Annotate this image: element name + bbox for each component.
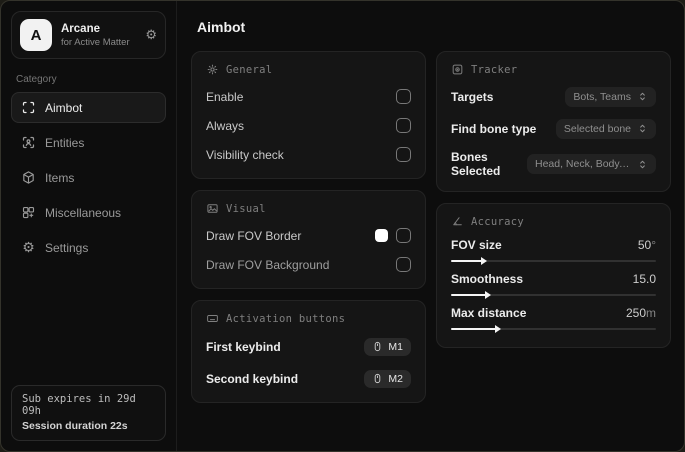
slider-value: 250m	[625, 306, 656, 320]
find-bone-type-dropdown[interactable]: Selected bone	[555, 118, 656, 139]
sidebar-item-entities[interactable]: Entities	[11, 127, 166, 158]
brand-logo: A	[20, 19, 52, 51]
scan-icon	[21, 100, 36, 115]
grid-icon	[21, 205, 36, 220]
sidebar-item-miscellaneous[interactable]: Miscellaneous	[11, 197, 166, 228]
bones-selected-dropdown[interactable]: Head, Neck, Body, Pe…	[527, 154, 656, 174]
sidebar: A Arcane for Active Matter ⚙ Category Ai…	[1, 1, 177, 451]
sidebar-item-aimbot[interactable]: Aimbot	[11, 92, 166, 123]
slider-thumb[interactable]	[495, 325, 502, 333]
session-duration-text: Session duration 22s	[22, 420, 128, 432]
enable-checkbox[interactable]	[396, 89, 411, 104]
target-icon	[452, 64, 463, 75]
sidebar-item-items[interactable]: Items	[11, 162, 166, 193]
slider-fov-size: FOV size 50°	[451, 238, 656, 265]
max-distance-slider[interactable]	[451, 325, 656, 333]
unfold-icon	[640, 92, 645, 101]
image-icon	[207, 204, 218, 213]
setting-label: Visibility check	[206, 147, 284, 162]
subscription-card: Sub expires in 29d 09h Session duration …	[11, 385, 166, 441]
slider-smoothness: Smoothness 15.0	[451, 272, 656, 299]
setting-label: Second keybind	[206, 371, 299, 386]
targets-dropdown[interactable]: Bots, Teams	[565, 86, 656, 107]
slider-value: 50°	[637, 238, 656, 252]
cube-icon	[21, 170, 36, 185]
brand-initial: A	[30, 26, 42, 44]
accuracy-card-header: Accuracy	[451, 215, 656, 228]
sidebar-item-label: Entities	[45, 135, 85, 150]
setting-label: Enable	[206, 89, 244, 104]
setting-row-enable: Enable	[206, 86, 411, 107]
main-content: Aimbot General Enable Always Visibility …	[178, 1, 684, 451]
app-window: A Arcane for Active Matter ⚙ Category Ai…	[0, 0, 685, 452]
brand-text: Arcane for Active Matter	[61, 23, 136, 48]
sidebar-item-label: Miscellaneous	[45, 205, 122, 220]
always-checkbox[interactable]	[396, 118, 411, 133]
smoothness-slider[interactable]	[451, 291, 656, 299]
brand-subtitle: for Active Matter	[61, 36, 130, 48]
setting-label: Always	[206, 118, 245, 133]
setting-row-find-bone-type: Find bone type Selected bone	[451, 118, 656, 139]
first-keybind-button[interactable]: M1	[364, 337, 411, 356]
setting-label: Draw FOV Border	[206, 228, 302, 243]
slider-label: Smoothness	[451, 272, 524, 286]
sub-expiry-text: Sub expires in 29d 09h	[22, 393, 136, 417]
setting-label: Find bone type	[451, 121, 537, 136]
right-column: Tracker Targets Bots, Teams Find bone ty…	[436, 51, 671, 414]
sidebar-item-label: Settings	[45, 240, 89, 255]
general-card: General Enable Always Visibility check	[191, 51, 426, 179]
setting-row-targets: Targets Bots, Teams	[451, 86, 656, 107]
category-label: Category	[16, 74, 57, 85]
mouse-icon	[375, 373, 381, 384]
page-title: Aimbot	[197, 19, 246, 35]
brand-card: A Arcane for Active Matter ⚙	[11, 11, 166, 59]
second-keybind-button[interactable]: M2	[364, 369, 411, 388]
setting-label: Draw FOV Background	[206, 257, 330, 272]
setting-row-draw-fov-background: Draw FOV Background	[206, 254, 411, 275]
tracker-card-header: Tracker	[451, 63, 656, 76]
unfold-icon	[640, 124, 645, 133]
slider-label: FOV size	[451, 238, 502, 252]
activation-card-header: Activation buttons	[206, 312, 411, 325]
general-card-header: General	[206, 63, 411, 76]
visual-card-header: Visual	[206, 202, 411, 215]
setting-label: First keybind	[206, 339, 281, 354]
setting-label: Targets	[451, 89, 494, 104]
setting-row-visibility-check: Visibility check	[206, 144, 411, 165]
accuracy-card: Accuracy FOV size 50° Smoothness 15.0 Ma…	[436, 203, 671, 348]
slider-thumb[interactable]	[484, 291, 491, 299]
slider-thumb[interactable]	[480, 257, 487, 265]
unfold-icon	[640, 160, 645, 168]
setting-row-bones-selected: Bones Selected Head, Neck, Body, Pe…	[451, 150, 656, 178]
sun-icon	[207, 64, 218, 75]
setting-label: Bones Selected	[451, 150, 501, 178]
setting-row-draw-fov-border: Draw FOV Border	[206, 225, 411, 246]
fov-border-color-swatch[interactable]	[375, 229, 388, 242]
draw-fov-border-checkbox[interactable]	[396, 228, 411, 243]
setting-row-second-keybind: Second keybind M2	[206, 368, 411, 389]
sidebar-item-settings[interactable]: ⚙ Settings	[11, 232, 166, 263]
tracker-card: Tracker Targets Bots, Teams Find bone ty…	[436, 51, 671, 192]
angle-icon	[453, 217, 462, 226]
keyboard-icon	[207, 315, 218, 322]
visibility-check-checkbox[interactable]	[396, 147, 411, 162]
slider-label: Max distance	[451, 306, 527, 320]
visual-card: Visual Draw FOV Border Draw FOV Backgrou…	[191, 190, 426, 289]
sidebar-item-label: Items	[45, 170, 75, 185]
slider-max-distance: Max distance 250m	[451, 306, 656, 333]
mouse-icon	[375, 341, 381, 352]
slider-value: 15.0	[632, 272, 656, 286]
setting-row-first-keybind: First keybind M1	[206, 336, 411, 357]
left-column: General Enable Always Visibility check V…	[191, 51, 426, 414]
fov-size-slider[interactable]	[451, 257, 656, 265]
person-scan-icon	[21, 135, 36, 150]
setting-row-always: Always	[206, 115, 411, 136]
brand-name: Arcane	[61, 22, 100, 35]
gear-icon[interactable]: ⚙	[145, 27, 157, 43]
draw-fov-background-checkbox[interactable]	[396, 257, 411, 272]
activation-card: Activation buttons First keybind M1 Seco…	[191, 300, 426, 403]
sidebar-item-label: Aimbot	[45, 100, 83, 115]
gear-icon: ⚙	[22, 239, 35, 255]
